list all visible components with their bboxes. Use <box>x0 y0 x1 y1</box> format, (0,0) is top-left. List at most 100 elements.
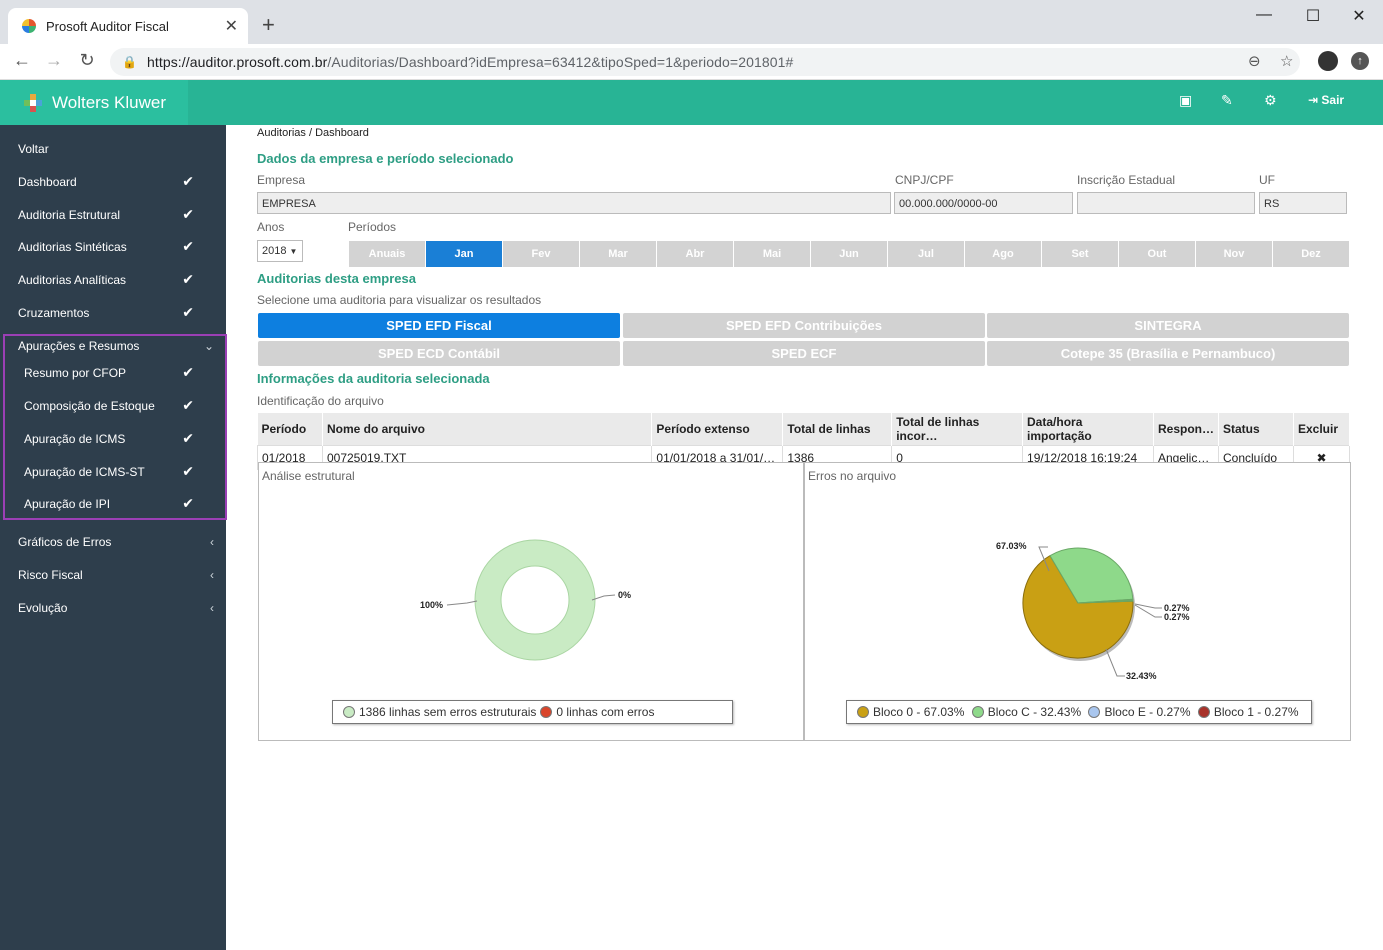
audits-hint: Selecione uma auditoria para visualizar … <box>257 293 542 307</box>
lock-icon: 🔒 <box>122 55 137 69</box>
url-host: https://auditor.prosoft.com.br <box>146 54 328 70</box>
legend-item-blococ[interactable]: Bloco C - 32.43% <box>988 705 1081 719</box>
col-total-linhas-incorretas[interactable]: Total de linhas incor… <box>891 413 1024 446</box>
check-icon: ✔ <box>182 304 194 320</box>
audit-button-efd-fiscal[interactable]: SPED EFD Fiscal <box>258 313 620 338</box>
sidebar-item-evolucao[interactable]: Evolução ‹ <box>0 591 226 624</box>
audits-section-title: Auditorias desta empresa <box>257 271 416 286</box>
back-icon[interactable]: ← <box>10 50 34 71</box>
brand-logo[interactable]: Wolters Kluwer <box>0 80 188 125</box>
structural-chart-title: Análise estrutural <box>262 469 355 483</box>
cnpj-field[interactable]: 00.000.000/0000-00 <box>894 192 1073 214</box>
breadcrumb-current: Dashboard <box>315 127 369 139</box>
check-icon: ✔ <box>182 495 194 511</box>
pie-label-bloco0: 67.03% <box>996 541 1027 551</box>
reload-icon[interactable]: ↻ <box>75 50 99 71</box>
url-input[interactable]: 🔒 https://auditor.prosoft.com.br/Auditor… <box>110 48 1300 76</box>
structural-analysis-panel: Análise estrutural 100% 0% 1386 linhas s… <box>258 462 804 741</box>
sidebar: Voltar Dashboard ✔ Auditoria Estrutural … <box>0 125 227 950</box>
maximize-button[interactable]: ☐ <box>1298 6 1328 26</box>
legend-item-error[interactable]: 0 linhas com erros <box>556 705 654 719</box>
table-header-row: Período Nome do arquivo Período extenso … <box>257 413 1351 446</box>
audit-button-ecd-contabil[interactable]: SPED ECD Contábil <box>258 341 620 366</box>
audit-button-ecf[interactable]: SPED ECF <box>623 341 985 366</box>
sidebar-item-voltar[interactable]: Voltar <box>0 132 226 165</box>
legend-item-bloco1[interactable]: Bloco 1 - 0.27% <box>1214 705 1299 719</box>
structural-leader-a <box>446 600 478 606</box>
profile-avatar[interactable] <box>1318 51 1338 71</box>
sidebar-subitem-resumo-cfop[interactable]: Resumo por CFOP ✔ <box>0 356 226 389</box>
sidebar-item-auditorias-analiticas[interactable]: Auditorias Analíticas ✔ <box>0 263 226 296</box>
ie-field[interactable] <box>1077 192 1255 214</box>
dropdown-arrow-icon: ▼ <box>289 247 298 256</box>
period-tab-fev[interactable]: Fev <box>503 241 579 267</box>
period-tab-mai[interactable]: Mai <box>734 241 810 267</box>
empresa-field[interactable]: EMPRESA <box>257 192 891 214</box>
legend-item-bloco0[interactable]: Bloco 0 - 67.03% <box>873 705 964 719</box>
period-tab-out[interactable]: Out <box>1119 241 1195 267</box>
sidebar-item-cruzamentos[interactable]: Cruzamentos ✔ <box>0 296 226 329</box>
bookmark-star-icon[interactable]: ☆ <box>1280 52 1293 70</box>
forward-icon[interactable]: → <box>42 50 66 71</box>
structural-donut-inner-outline <box>500 565 570 635</box>
wrench-icon[interactable]: ✎ <box>1221 92 1233 109</box>
period-tab-abr[interactable]: Abr <box>657 241 733 267</box>
audit-button-cotepe[interactable]: Cotepe 35 (Brasília e Pernambuco) <box>987 341 1349 366</box>
gear-icon[interactable]: ⚙ <box>1264 92 1277 109</box>
close-tab-icon[interactable]: ✕ <box>225 16 238 36</box>
sidebar-item-auditorias-sinteticas[interactable]: Auditorias Sintéticas ✔ <box>0 230 226 263</box>
structural-label-a: 100% <box>420 600 443 610</box>
audit-button-efd-contribuicoes[interactable]: SPED EFD Contribuições <box>623 313 985 338</box>
url-path: /Auditorias/Dashboard?idEmpresa=63412&ti… <box>327 54 794 70</box>
sidebar-subitem-apuracao-ipi[interactable]: Apuração de IPI ✔ <box>0 487 226 520</box>
col-periodo[interactable]: Período <box>257 413 323 446</box>
col-data-importacao[interactable]: Data/hora importação <box>1022 413 1154 446</box>
period-tab-jul[interactable]: Jul <box>888 241 964 267</box>
sidebar-item-graficos-erros[interactable]: Gráficos de Erros ‹ <box>0 525 226 558</box>
minimize-button[interactable]: — <box>1249 6 1279 24</box>
window-close-button[interactable]: ✕ <box>1344 6 1374 26</box>
col-responsavel[interactable]: Respon… <box>1153 413 1220 446</box>
errors-pie-chart: 67.03% 32.43% 0.27% 0.27% <box>996 541 1190 681</box>
sidebar-item-dashboard[interactable]: Dashboard ✔ <box>0 165 226 198</box>
zoom-icon[interactable]: ⊖ <box>1248 52 1261 70</box>
logout-button[interactable]: ⇥ Sair <box>1308 93 1344 107</box>
check-icon: ✔ <box>182 173 194 189</box>
legend-item-ok[interactable]: 1386 linhas sem erros estruturais <box>359 705 536 719</box>
period-tab-anuais[interactable]: Anuais <box>349 241 425 267</box>
sidebar-subitem-composicao-estoque[interactable]: Composição de Estoque ✔ <box>0 389 226 422</box>
legend-swatch-bloco0 <box>857 706 869 718</box>
legend-swatch-bloco1 <box>1197 706 1210 718</box>
update-icon[interactable]: ↑ <box>1351 52 1369 70</box>
pie-label-bloco1: 0.27% <box>1164 612 1190 622</box>
file-identification-label: Identificação do arquivo <box>257 394 384 408</box>
browser-tab[interactable]: Prosoft Auditor Fiscal ✕ <box>8 8 248 44</box>
new-tab-button[interactable]: + <box>262 12 275 38</box>
col-total-linhas[interactable]: Total de linhas <box>782 413 893 446</box>
period-tab-mar[interactable]: Mar <box>580 241 656 267</box>
period-tab-jan[interactable]: Jan <box>426 241 502 267</box>
period-tab-nov[interactable]: Nov <box>1196 241 1272 267</box>
periodos-label: Períodos <box>348 220 397 234</box>
period-tab-jun[interactable]: Jun <box>811 241 887 267</box>
pie-leader-blococ <box>1105 648 1125 677</box>
sidebar-subitem-apuracao-icms[interactable]: Apuração de ICMS ✔ <box>0 422 226 455</box>
sidebar-item-risco-fiscal[interactable]: Risco Fiscal ‹ <box>0 558 226 591</box>
col-periodo-extenso[interactable]: Período extenso <box>651 413 784 446</box>
period-tab-set[interactable]: Set <box>1042 241 1118 267</box>
breadcrumb-root[interactable]: Auditorias <box>257 127 306 139</box>
sidebar-item-auditoria-estrutural[interactable]: Auditoria Estrutural ✔ <box>0 198 226 231</box>
col-excluir[interactable]: Excluir <box>1293 413 1351 446</box>
sidebar-subitem-apuracao-icms-st[interactable]: Apuração de ICMS-ST ✔ <box>0 455 226 488</box>
uf-field[interactable]: RS <box>1259 192 1347 214</box>
period-tab-ago[interactable]: Ago <box>965 241 1041 267</box>
legend-item-blocoe[interactable]: Bloco E - 0.27% <box>1104 705 1190 719</box>
audit-button-sintegra[interactable]: SINTEGRA <box>987 313 1349 338</box>
check-icon: ✔ <box>182 206 194 222</box>
col-status[interactable]: Status <box>1218 413 1294 446</box>
period-tab-dez[interactable]: Dez <box>1273 241 1349 267</box>
help-icon[interactable]: ▣ <box>1179 92 1192 109</box>
app-header: Wolters Kluwer ▣ ✎ ⚙ ⇥ Sair <box>0 80 1383 125</box>
year-select[interactable]: 2018 ▼ <box>257 240 303 262</box>
col-nome-arquivo[interactable]: Nome do arquivo <box>322 413 653 446</box>
